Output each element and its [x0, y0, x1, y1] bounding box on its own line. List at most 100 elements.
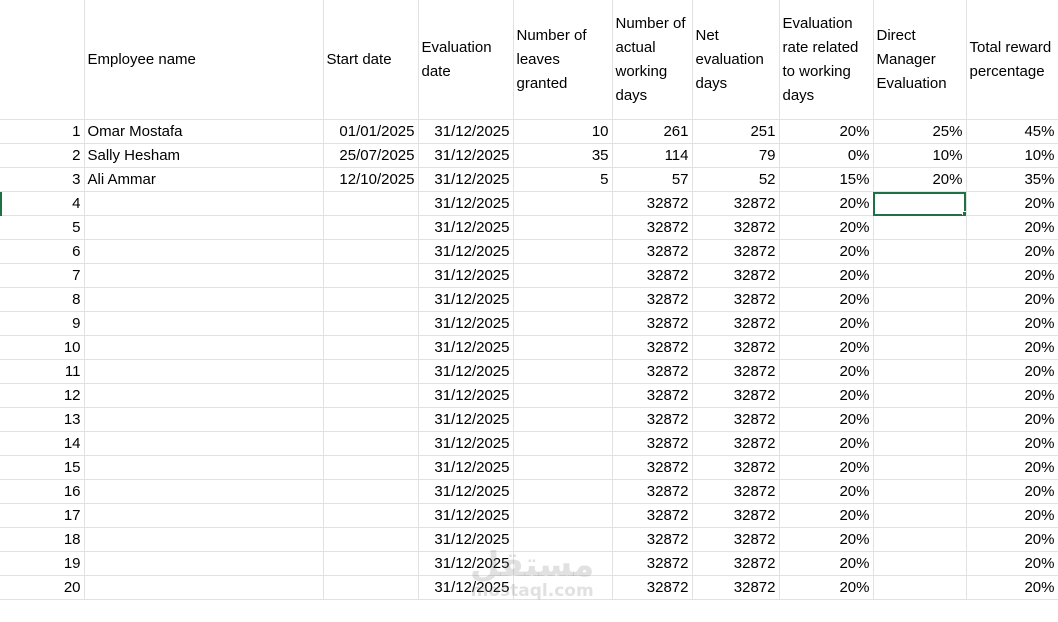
cell-leaves-granted[interactable]	[513, 311, 613, 336]
cell-leaves-granted[interactable]: 5	[513, 167, 613, 192]
cell-employee-name[interactable]	[84, 215, 324, 240]
cell-manager-evaluation[interactable]	[873, 575, 967, 600]
cell-net-evaluation-days[interactable]: 251	[692, 119, 780, 144]
cell-actual-working-days[interactable]: 32872	[612, 335, 693, 360]
cell-leaves-granted[interactable]	[513, 239, 613, 264]
cell-total-reward[interactable]: 10%	[966, 143, 1058, 168]
cell-actual-working-days[interactable]: 32872	[612, 263, 693, 288]
cell-employee-name[interactable]	[84, 455, 324, 480]
cell-manager-evaluation[interactable]	[873, 503, 967, 528]
cell-employee-name[interactable]	[84, 287, 324, 312]
cell-net-evaluation-days[interactable]: 32872	[692, 503, 780, 528]
cell-net-evaluation-days[interactable]: 32872	[692, 263, 780, 288]
cell-actual-working-days[interactable]: 32872	[612, 431, 693, 456]
cell-evaluation-rate[interactable]: 20%	[779, 527, 874, 552]
header-cell-employee-name[interactable]: Employee name	[84, 0, 324, 120]
cell-manager-evaluation[interactable]: 25%	[873, 119, 967, 144]
cell-row-index[interactable]: 2	[0, 143, 85, 168]
cell-row-index[interactable]: 13	[0, 407, 85, 432]
cell-net-evaluation-days[interactable]: 32872	[692, 479, 780, 504]
cell-leaves-granted[interactable]	[513, 215, 613, 240]
cell-evaluation-date[interactable]: 31/12/2025	[418, 407, 514, 432]
cell-row-index[interactable]: 5	[0, 215, 85, 240]
cell-manager-evaluation[interactable]	[873, 431, 967, 456]
cell-evaluation-date[interactable]: 31/12/2025	[418, 119, 514, 144]
cell-evaluation-rate[interactable]: 20%	[779, 479, 874, 504]
cell-manager-evaluation[interactable]	[873, 311, 967, 336]
cell-evaluation-date[interactable]: 31/12/2025	[418, 263, 514, 288]
cell-net-evaluation-days[interactable]: 32872	[692, 191, 780, 216]
cell-leaves-granted[interactable]	[513, 359, 613, 384]
cell-leaves-granted[interactable]: 10	[513, 119, 613, 144]
cell-employee-name[interactable]	[84, 359, 324, 384]
cell-row-index[interactable]: 3	[0, 167, 85, 192]
cell-start-date[interactable]: 01/01/2025	[323, 119, 419, 144]
cell-net-evaluation-days[interactable]: 32872	[692, 575, 780, 600]
cell-leaves-granted[interactable]	[513, 455, 613, 480]
cell-total-reward[interactable]: 20%	[966, 335, 1058, 360]
header-cell-manager-evaluation[interactable]: Direct Manager Evaluation	[873, 0, 967, 120]
cell-actual-working-days[interactable]: 57	[612, 167, 693, 192]
cell-start-date[interactable]	[323, 503, 419, 528]
cell-total-reward[interactable]: 20%	[966, 479, 1058, 504]
cell-start-date[interactable]	[323, 455, 419, 480]
cell-evaluation-rate[interactable]: 20%	[779, 383, 874, 408]
cell-total-reward[interactable]: 45%	[966, 119, 1058, 144]
cell-start-date[interactable]	[323, 215, 419, 240]
cell-manager-evaluation[interactable]	[873, 215, 967, 240]
cell-evaluation-rate[interactable]: 20%	[779, 263, 874, 288]
cell-evaluation-date[interactable]: 31/12/2025	[418, 311, 514, 336]
cell-manager-evaluation[interactable]	[873, 455, 967, 480]
cell-start-date[interactable]	[323, 311, 419, 336]
cell-total-reward[interactable]: 20%	[966, 575, 1058, 600]
cell-row-index[interactable]: 15	[0, 455, 85, 480]
cell-total-reward[interactable]: 20%	[966, 311, 1058, 336]
cell-actual-working-days[interactable]: 32872	[612, 527, 693, 552]
cell-evaluation-rate[interactable]: 20%	[779, 503, 874, 528]
cell-employee-name[interactable]: Ali Ammar	[84, 167, 324, 192]
cell-total-reward[interactable]: 35%	[966, 167, 1058, 192]
cell-start-date[interactable]	[323, 527, 419, 552]
header-cell-leaves-granted[interactable]: Number of leaves granted	[513, 0, 613, 120]
cell-leaves-granted[interactable]	[513, 335, 613, 360]
cell-evaluation-rate[interactable]: 20%	[779, 359, 874, 384]
cell-evaluation-rate[interactable]: 20%	[779, 311, 874, 336]
cell-start-date[interactable]	[323, 287, 419, 312]
cell-total-reward[interactable]: 20%	[966, 191, 1058, 216]
cell-row-index[interactable]: 7	[0, 263, 85, 288]
cell-employee-name[interactable]	[84, 335, 324, 360]
cell-employee-name[interactable]	[84, 263, 324, 288]
cell-evaluation-rate[interactable]: 20%	[779, 215, 874, 240]
cell-net-evaluation-days[interactable]: 32872	[692, 431, 780, 456]
cell-employee-name[interactable]	[84, 479, 324, 504]
cell-evaluation-date[interactable]: 31/12/2025	[418, 383, 514, 408]
cell-actual-working-days[interactable]: 32872	[612, 503, 693, 528]
cell-evaluation-date[interactable]: 31/12/2025	[418, 167, 514, 192]
cell-leaves-granted[interactable]	[513, 287, 613, 312]
cell-manager-evaluation[interactable]	[873, 287, 967, 312]
cell-start-date[interactable]	[323, 191, 419, 216]
cell-start-date[interactable]	[323, 263, 419, 288]
cell-row-index[interactable]: 9	[0, 311, 85, 336]
cell-net-evaluation-days[interactable]: 52	[692, 167, 780, 192]
cell-manager-evaluation[interactable]	[873, 479, 967, 504]
cell-evaluation-date[interactable]: 31/12/2025	[418, 551, 514, 576]
cell-total-reward[interactable]: 20%	[966, 215, 1058, 240]
cell-employee-name[interactable]	[84, 407, 324, 432]
cell-start-date[interactable]: 12/10/2025	[323, 167, 419, 192]
cell-evaluation-date[interactable]: 31/12/2025	[418, 335, 514, 360]
cell-employee-name[interactable]	[84, 311, 324, 336]
cell-actual-working-days[interactable]: 32872	[612, 239, 693, 264]
cell-total-reward[interactable]: 20%	[966, 431, 1058, 456]
cell-manager-evaluation[interactable]	[873, 263, 967, 288]
cell-actual-working-days[interactable]: 32872	[612, 311, 693, 336]
cell-net-evaluation-days[interactable]: 32872	[692, 287, 780, 312]
cell-evaluation-date[interactable]: 31/12/2025	[418, 575, 514, 600]
cell-leaves-granted[interactable]	[513, 527, 613, 552]
cell-row-index[interactable]: 16	[0, 479, 85, 504]
cell-evaluation-date[interactable]: 31/12/2025	[418, 479, 514, 504]
cell-net-evaluation-days[interactable]: 32872	[692, 383, 780, 408]
cell-manager-evaluation[interactable]	[873, 359, 967, 384]
cell-leaves-granted[interactable]	[513, 479, 613, 504]
cell-net-evaluation-days[interactable]: 32872	[692, 455, 780, 480]
